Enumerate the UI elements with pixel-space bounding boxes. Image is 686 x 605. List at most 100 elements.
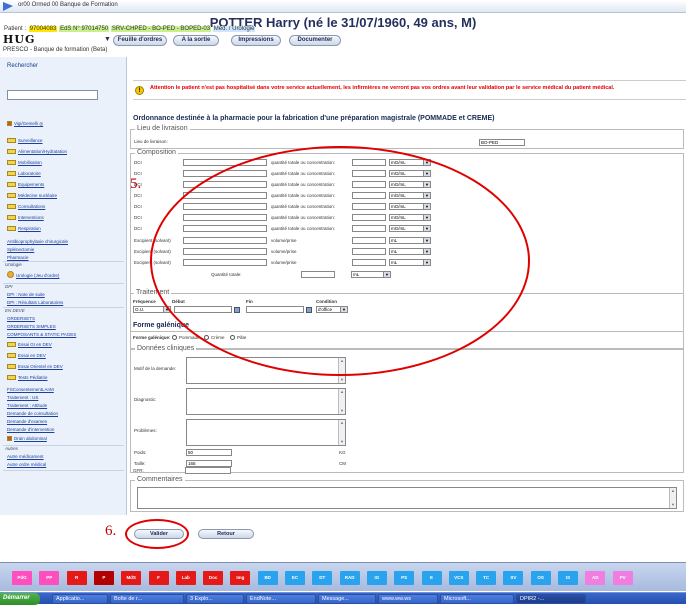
taskbar-item[interactable]: 3 Explo... — [186, 594, 244, 604]
chevron-down-icon[interactable]: ▼ — [670, 502, 676, 508]
form-title: Ordonnance destinée à la pharmacie pour … — [133, 115, 495, 122]
category-button[interactable]: OS — [530, 571, 551, 585]
category-button[interactable]: R — [66, 571, 87, 585]
sidebar-item-urologie[interactable]: Urologie (Jeu d'ordre) — [7, 271, 59, 278]
category-button[interactable]: PV — [612, 571, 633, 585]
chevron-up-icon[interactable]: ▲ — [670, 488, 676, 494]
category-button[interactable]: BD — [257, 571, 278, 585]
sidebar-link-composants[interactable]: COMPOSANTS & STATIC PAGES — [7, 332, 76, 337]
taskbar-item[interactable]: EndNote... — [246, 594, 316, 604]
patient-label: Patient : — [4, 26, 28, 32]
sidebar-link-splenectomie[interactable]: Splénectomie — [7, 247, 34, 252]
chevron-down-icon[interactable]: ▼ — [339, 439, 345, 445]
category-button[interactable]: PS — [394, 571, 415, 585]
taskbar-item[interactable]: Microsoft... — [440, 594, 514, 604]
gfr-label: GFR: — [133, 468, 144, 473]
category-button[interactable]: Lab — [175, 571, 196, 585]
tab-documenter[interactable]: Documenter — [289, 35, 341, 46]
header-frequence: Fréquence — [133, 299, 156, 304]
scrollbar[interactable]: ▲ ▼ — [669, 488, 676, 508]
sidebar-link-ordersets[interactable]: ORDERSETS — [7, 316, 35, 321]
sidebar-item-medecine-nucleaire[interactable]: Médecine nucléaire — [7, 193, 57, 198]
sidebar-item-mobilisation[interactable]: Mobilisation — [7, 160, 42, 165]
sidebar-link-ordersets-simples[interactable]: ORDERSETS SIMPLES — [7, 324, 56, 329]
taskbar-item[interactable]: www.ww.ws — [378, 594, 438, 604]
tab-a-la-sortie[interactable]: A la sortie — [173, 35, 219, 46]
category-button[interactable]: IG — [366, 571, 387, 585]
commentaires-textarea[interactable]: ▲ ▼ — [137, 487, 677, 509]
sidebar-item-vigi[interactable]: Vigi/Gemelli ◎ — [7, 121, 43, 127]
sidebar-item-equipements[interactable]: Equipements — [7, 182, 44, 187]
taskbar-item[interactable]: Applicatio... — [52, 594, 108, 604]
category-button[interactable]: P — [93, 571, 114, 585]
sidebar-item-consultations[interactable]: Consultations — [7, 204, 45, 209]
search-input[interactable] — [7, 90, 98, 100]
sidebar-link-traitement-attitude[interactable]: Traitement : Attitude — [7, 403, 47, 408]
category-button[interactable]: RAD — [339, 571, 360, 585]
category-button[interactable]: DT — [312, 571, 333, 585]
sidebar-link-demande-intervention[interactable]: Demande d'intervention — [7, 427, 54, 432]
chevron-up-icon[interactable]: ▲ — [339, 420, 345, 426]
scrollbar[interactable]: ▲ ▼ — [338, 420, 345, 445]
pin-icon[interactable]: ▼ — [104, 36, 111, 43]
poids-input[interactable]: 50 — [186, 449, 232, 456]
folder-icon — [7, 342, 16, 347]
category-button[interactable]: E — [421, 571, 442, 585]
sidebar-item-tests-pediatrie[interactable]: Tests Pédiatrie — [7, 375, 48, 380]
category-button[interactable]: AD — [585, 571, 606, 585]
taskbar-item[interactable]: Message... — [318, 594, 376, 604]
sidebar-link-dpi-note[interactable]: DPI : Note de suite — [7, 292, 45, 297]
category-button[interactable]: PdG — [12, 571, 32, 585]
category-button[interactable]: SV — [503, 571, 524, 585]
radio-pommade[interactable] — [172, 335, 177, 340]
sidebar-item-essai-dev[interactable]: Essai en DEV — [7, 353, 46, 358]
problemes-textarea[interactable]: ▲ ▼ — [186, 419, 346, 446]
sidebar-link-traitement-us[interactable]: Traitement : US — [7, 395, 38, 400]
tab-impressions[interactable]: Impressions — [231, 35, 281, 46]
chevron-up-icon[interactable]: ▲ — [339, 389, 345, 395]
category-button[interactable]: EC — [285, 571, 305, 585]
scrollbar[interactable]: ▲ ▼ — [338, 389, 345, 414]
category-button[interactable]: Img — [230, 571, 251, 585]
poids-unit: KG — [339, 450, 346, 455]
folder-icon — [7, 215, 16, 220]
sidebar-link-autre-medicament[interactable]: Autre médicament — [7, 454, 44, 459]
sidebar-link-autre-ordre[interactable]: Autre ordre médical — [7, 462, 46, 467]
tab-feuille-ordres[interactable]: Feuille d'ordres — [113, 35, 167, 46]
sidebar-item-essai-gi[interactable]: Essai GI en DEV — [7, 342, 52, 347]
sidebar-divider — [3, 445, 124, 446]
category-button[interactable]: MdS — [121, 571, 142, 585]
category-button[interactable]: IS — [558, 571, 578, 585]
folder-icon — [7, 226, 16, 231]
chevron-down-icon[interactable]: ▼ — [339, 408, 345, 414]
diagnostic-textarea[interactable]: ▲ ▼ — [186, 388, 346, 415]
sidebar-link-demande-examen[interactable]: Demande d'examen — [7, 419, 47, 424]
sidebar-item-essai-orientel[interactable]: Essai Orientel en DEV — [7, 364, 63, 369]
sidebar-item-respiration[interactable]: Respiration — [7, 226, 41, 231]
category-button[interactable]: VCS — [448, 571, 469, 585]
retour-button[interactable]: Retour — [198, 529, 254, 539]
gfr-input[interactable] — [185, 467, 231, 474]
category-button[interactable]: Doc — [203, 571, 224, 585]
taille-input[interactable]: 165 — [186, 460, 232, 467]
sidebar-item-laboratoire[interactable]: Laboratoire — [7, 171, 41, 176]
sidebar-link-demande-consultation[interactable]: Demande de consultation — [7, 411, 58, 416]
start-button[interactable]: Démarrer — [0, 593, 40, 605]
sidebar-item-interventions[interactable]: Interventions — [7, 215, 44, 220]
taille-unit: CM — [339, 461, 346, 466]
category-button[interactable]: TC — [476, 571, 497, 585]
livraison-input[interactable]: BO-PED — [479, 139, 525, 146]
sidebar-link-consentement[interactable]: FSConsentementLAnM — [7, 387, 54, 392]
sidebar-item-drain[interactable]: Drain abdominal — [7, 436, 47, 441]
sidebar-link-pharmacie[interactable]: Pharmacie — [7, 255, 29, 260]
taskbar-item[interactable]: Boîte de r... — [110, 594, 184, 604]
sidebar-link-antibio[interactable]: Antibioprophylaxie chirurgicale — [7, 239, 68, 244]
category-button[interactable]: F — [148, 571, 169, 585]
sidebar-link-dpi-resultats[interactable]: DPI : Résultats Laboratoires — [7, 300, 63, 305]
taskbar-item[interactable]: DPIR2 -... — [516, 594, 586, 604]
chevron-down-icon[interactable]: ▼ — [339, 377, 345, 383]
fieldset-livraison: Lieu de livraison Lieu de livraison: BO-… — [130, 125, 684, 149]
sidebar-item-surveillance[interactable]: Surveillance — [7, 138, 43, 143]
sidebar-item-alimentation[interactable]: Alimentation/Hydratation — [7, 149, 67, 154]
category-button[interactable]: PP — [39, 571, 60, 585]
